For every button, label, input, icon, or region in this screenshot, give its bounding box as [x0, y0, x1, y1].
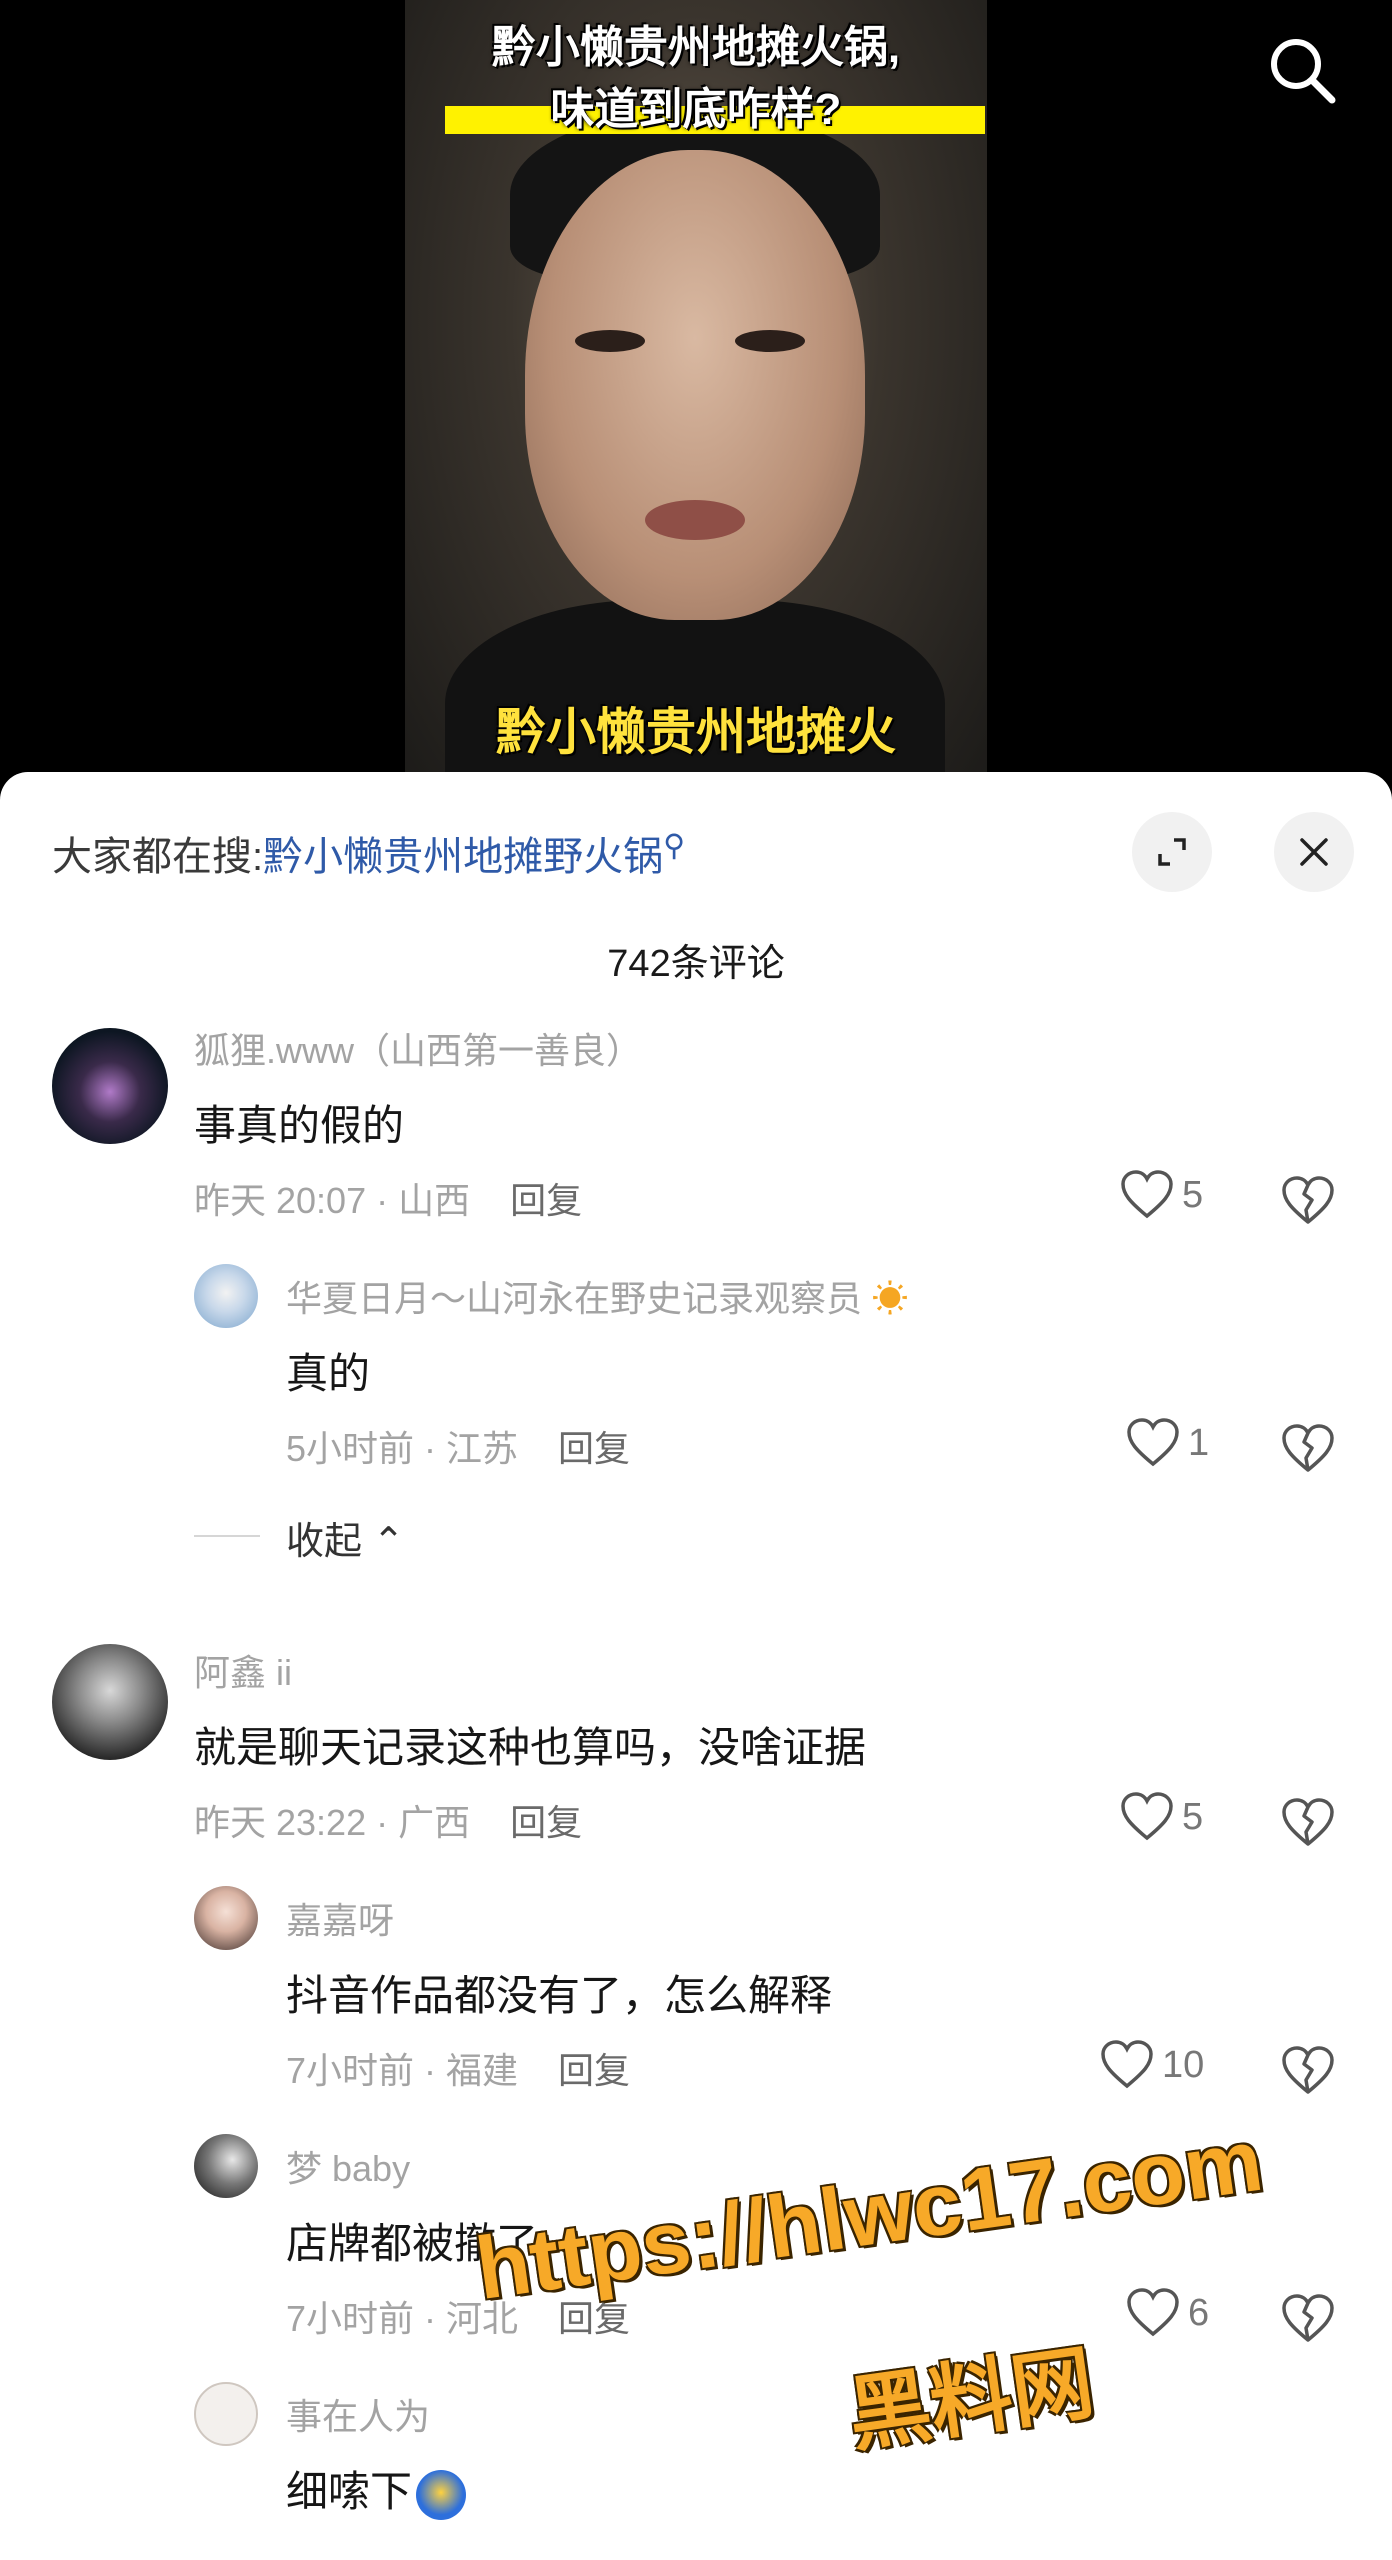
reply-button[interactable]: 回复	[510, 1180, 582, 1221]
sun-icon: ☀	[872, 1278, 909, 1319]
video-title-line2: 味道到底咋样?	[550, 85, 842, 134]
comment-count: 742条评论	[607, 943, 785, 985]
reply-meta: 7小时前 · 福建 回复	[286, 2042, 630, 2094]
comment-username[interactable]: 阿鑫 ii	[194, 1644, 292, 1696]
reply-username-text: 华夏日月～山河永在野史记录观察员	[286, 1278, 863, 1319]
video-frame: 黔小懒贵州地摊火锅, 味道到底咋样? 黔小懒贵州地摊火	[405, 0, 987, 800]
comments-sheet: 大家都在搜:黔小懒贵州地摊野火锅⚲ 742条评论 狐狸.www（山西第一善良） …	[0, 772, 1392, 2560]
reply-time-location: 5小时前 · 江苏	[286, 1428, 519, 1469]
close-icon	[1300, 838, 1328, 866]
heart-icon	[1127, 1418, 1179, 1467]
reply-username[interactable]: 梦 baby	[286, 2140, 410, 2192]
reply-button[interactable]: 回复	[558, 1428, 630, 1469]
like-count: 5	[1182, 1795, 1204, 1838]
comment-text: 事真的假的	[194, 1102, 405, 1149]
expand-button[interactable]	[1132, 812, 1212, 892]
reply-text: 真的	[286, 1350, 371, 1397]
dislike-icon[interactable]	[1280, 1420, 1336, 1476]
video-subtitle: 黔小懒贵州地摊火	[496, 704, 896, 760]
reply-text-content: 细嗦下	[286, 2468, 413, 2515]
collapse-divider	[194, 1535, 260, 1537]
heart-icon	[1101, 2040, 1153, 2089]
search-icon[interactable]	[1262, 30, 1342, 110]
like-button[interactable]: 5	[1120, 1792, 1203, 1842]
close-button[interactable]	[1274, 812, 1354, 892]
avatar[interactable]	[52, 1644, 168, 1760]
emoji-icon	[416, 2469, 467, 2520]
avatar[interactable]	[52, 1028, 168, 1144]
chevron-up-icon: ⌃	[372, 1521, 405, 1563]
avatar[interactable]	[194, 1886, 258, 1950]
comments-header: 大家都在搜:黔小懒贵州地摊野火锅⚲ 742条评论	[0, 772, 1392, 985]
reply-meta: 5小时前 · 江苏 回复	[286, 1420, 630, 1472]
like-button[interactable]: 10	[1100, 2040, 1204, 2090]
hot-search[interactable]: 大家都在搜:黔小懒贵州地摊野火锅⚲	[52, 824, 685, 882]
video-title-line1: 黔小懒贵州地摊火锅,	[491, 23, 901, 72]
like-button[interactable]: 6	[1126, 2288, 1209, 2338]
dislike-icon[interactable]	[1280, 2290, 1336, 2346]
dislike-icon[interactable]	[1280, 1794, 1336, 1850]
comment-meta: 昨天 20:07 · 山西 回复	[194, 1172, 582, 1224]
hot-search-prefix: 大家都在搜:	[52, 835, 264, 879]
video-player[interactable]: 黔小懒贵州地摊火锅, 味道到底咋样? 黔小懒贵州地摊火	[0, 0, 1392, 800]
reply-username[interactable]: 事在人为	[286, 2388, 430, 2440]
search-small-icon: ⚲	[663, 829, 686, 863]
reply-text: 抖音作品都没有了，怎么解释	[286, 1972, 833, 2019]
collapse-label: 收起	[286, 1521, 363, 1563]
avatar[interactable]	[194, 2134, 258, 2198]
comment-username[interactable]: 狐狸.www（山西第一善良）	[194, 1022, 642, 1074]
heart-icon	[1121, 1792, 1173, 1841]
video-person-face	[525, 150, 865, 620]
like-button[interactable]: 1	[1126, 1418, 1209, 1468]
like-count: 5	[1182, 1173, 1204, 1216]
heart-icon	[1121, 1170, 1173, 1219]
video-person-mouth	[645, 500, 745, 540]
like-button[interactable]: 5	[1120, 1170, 1203, 1220]
dislike-icon[interactable]	[1280, 1172, 1336, 1228]
comment-time-location: 昨天 20:07 · 山西	[194, 1180, 471, 1221]
like-count: 6	[1188, 2291, 1210, 2334]
like-count: 10	[1162, 2043, 1205, 2086]
reply-button[interactable]: 回复	[558, 2050, 630, 2091]
reply-username[interactable]: 华夏日月～山河永在野史记录观察员 ☀	[286, 1270, 908, 1322]
reply-time-location: 7小时前 · 福建	[286, 2050, 519, 2091]
comment-time-location: 昨天 23:22 · 广西	[194, 1802, 471, 1843]
like-count: 1	[1188, 1421, 1210, 1464]
comment-text: 就是聊天记录这种也算吗，没啥证据	[194, 1724, 867, 1771]
reply-username[interactable]: 嘉嘉呀	[286, 1892, 394, 1944]
avatar[interactable]	[194, 1264, 258, 1328]
comment-meta: 昨天 23:22 · 广西 回复	[194, 1794, 582, 1846]
reply-button[interactable]: 回复	[510, 1802, 582, 1843]
collapse-replies-button[interactable]: 收起 ⌃	[286, 1510, 404, 1565]
reply-text: 细嗦下	[286, 2458, 467, 2520]
expand-icon	[1158, 838, 1186, 866]
video-person-eye	[735, 330, 805, 352]
hot-search-link[interactable]: 黔小懒贵州地摊野火锅	[263, 835, 663, 879]
video-person-eye	[575, 330, 645, 352]
dislike-icon[interactable]	[1280, 2042, 1336, 2098]
avatar[interactable]	[194, 2382, 258, 2446]
heart-icon	[1127, 2288, 1179, 2337]
